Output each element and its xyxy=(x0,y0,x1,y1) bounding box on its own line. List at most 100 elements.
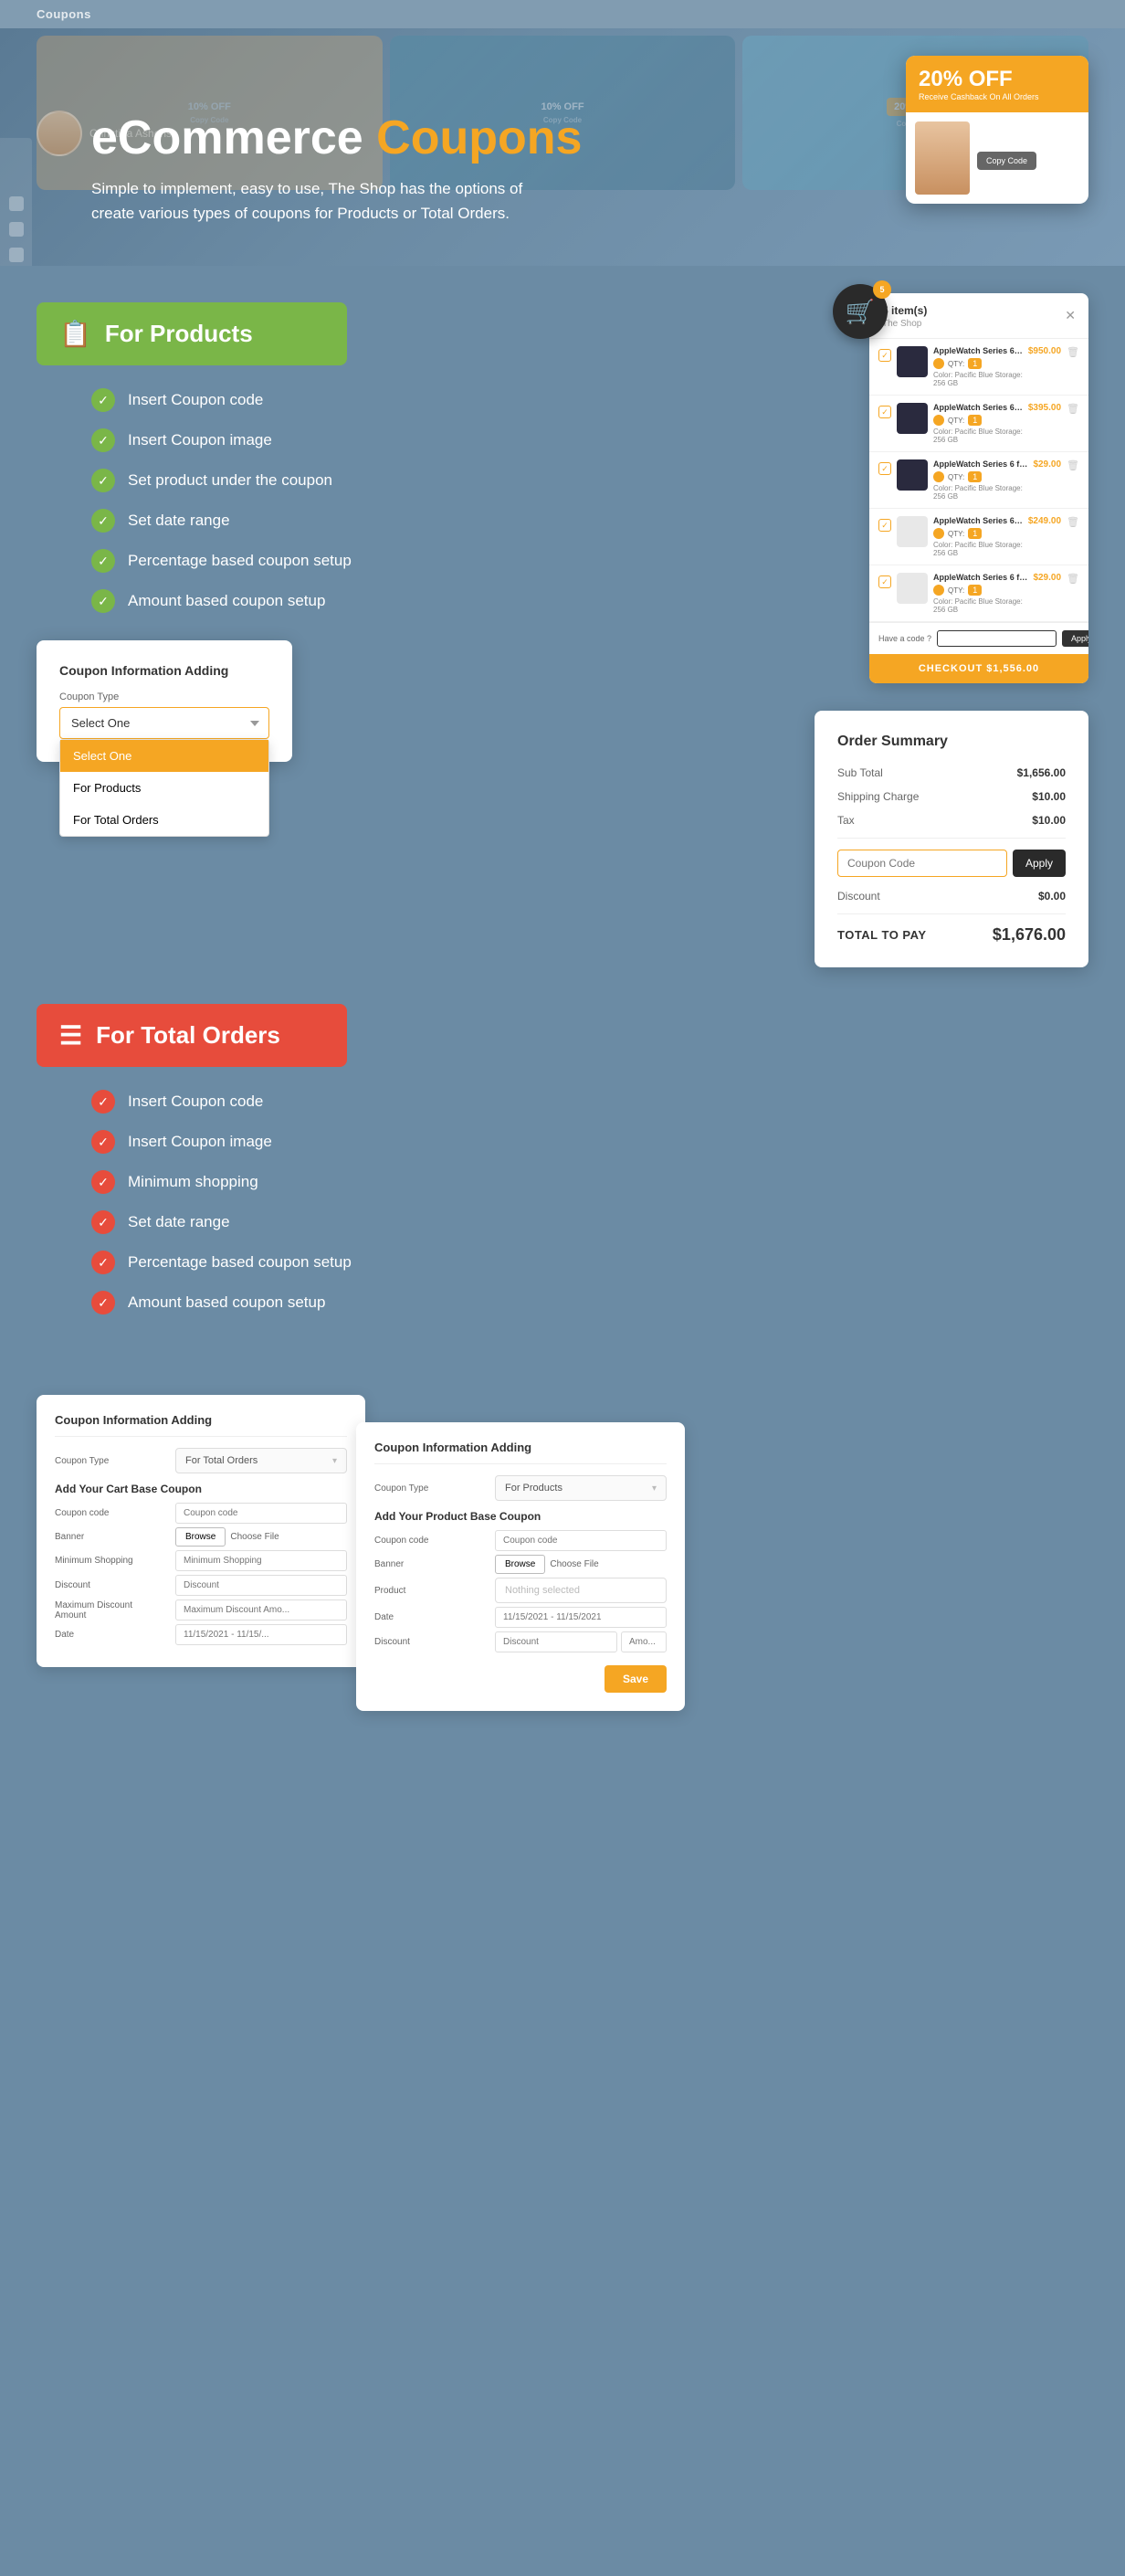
form-min-shopping-label: Minimum Shopping xyxy=(55,1556,164,1566)
form-p-amount-input[interactable] xyxy=(621,1631,667,1652)
discount-label: Discount xyxy=(837,890,880,903)
avatar xyxy=(37,111,82,156)
hero-title-orange: Coupons xyxy=(376,111,582,164)
cart-item-delete[interactable]: 🗑 xyxy=(1067,459,1079,471)
cart-item-delete[interactable]: 🗑 xyxy=(1067,403,1079,415)
feature-text-6: Amount based coupon setup xyxy=(128,592,325,610)
order-apply-btn[interactable]: Apply xyxy=(1013,850,1066,877)
cart-item: AppleWatch Series 6 from.. QTY: 1 Color:… xyxy=(869,396,1088,452)
form-p-discount-input[interactable] xyxy=(495,1631,617,1652)
order-coupon-input[interactable] xyxy=(837,850,1007,877)
form-products-type-display[interactable]: For Products xyxy=(495,1475,667,1501)
form-p-banner-browse: Browse Choose File xyxy=(495,1555,667,1574)
check-icon-4: ✓ xyxy=(91,509,115,533)
form-p-coupon-code-input[interactable] xyxy=(495,1530,667,1551)
coupon-type-dropdown[interactable]: Select One For Products For Total Orders xyxy=(59,739,269,837)
check-icon-2: ✓ xyxy=(91,428,115,452)
form-date-row: Date xyxy=(55,1624,347,1645)
cart-item-checkbox[interactable] xyxy=(878,575,891,588)
cart-item-delete[interactable]: 🗑 xyxy=(1067,573,1079,585)
cart-item: AppleWatch Series 6 from.. QTY: 1 Color:… xyxy=(869,339,1088,396)
feature-item: ✓ Insert Coupon code xyxy=(91,388,815,412)
form-p-coupon-code-row: Coupon code xyxy=(374,1530,667,1551)
feature-item: ✓ Percentage based coupon setup xyxy=(91,1251,1052,1274)
cart-item-delete[interactable]: 🗑 xyxy=(1067,346,1079,358)
coupon-type-select-wrapper[interactable]: Select One For Products For Total Orders… xyxy=(59,707,269,739)
qty-label: QTY: xyxy=(948,473,964,481)
form-card-total-orders: Coupon Information Adding Coupon Type Fo… xyxy=(37,1395,365,1667)
cart-badge: 🛒 5 xyxy=(833,284,888,339)
cart-item-price: $249.00 xyxy=(1028,516,1061,526)
check-icon-1: ✓ xyxy=(91,388,115,412)
order-divider-2 xyxy=(837,913,1066,914)
form-browse-btn[interactable]: Browse xyxy=(175,1527,226,1547)
cart-item-img xyxy=(897,346,928,377)
qty-value: 1 xyxy=(968,585,982,596)
form-p-date-input[interactable] xyxy=(495,1607,667,1628)
feature-text-r2: Insert Coupon image xyxy=(128,1133,272,1151)
dropdown-item-for-total-orders[interactable]: For Total Orders xyxy=(60,804,268,836)
form-total-title: Coupon Information Adding xyxy=(55,1413,347,1437)
cart-item-img xyxy=(897,516,928,547)
cart-count-badge: 5 xyxy=(873,280,891,299)
feature-text-4: Set date range xyxy=(128,512,230,530)
dropdown-item-for-products[interactable]: For Products xyxy=(60,772,268,804)
tax-row: Tax $10.00 xyxy=(837,814,1066,827)
cart-item-checkbox[interactable] xyxy=(878,519,891,532)
for-products-label: 📋 For Products xyxy=(37,302,347,365)
cart-icon-area: 🛒 5 xyxy=(833,284,888,339)
cart-item-checkbox[interactable] xyxy=(878,406,891,418)
bottom-forms-section: Coupon Information Adding Coupon Type Fo… xyxy=(0,1367,1125,1738)
cart-item-delete[interactable]: 🗑 xyxy=(1067,516,1079,528)
form-coupon-code-input[interactable] xyxy=(175,1503,347,1524)
form-p-product-row: Product Nothing selected xyxy=(374,1578,667,1603)
form-p-footer: Save xyxy=(374,1665,667,1693)
cart-item-info: AppleWatch Series 6 from.. QTY: 1 Color:… xyxy=(933,346,1023,387)
cart-item-meta: Color: Pacific Blue Storage: 256 GB xyxy=(933,597,1027,614)
qty-value: 1 xyxy=(968,415,982,426)
order-summary-title: Order Summary xyxy=(837,734,1066,750)
feature-item: ✓ Minimum shopping xyxy=(91,1170,1052,1194)
form-discount-input[interactable] xyxy=(175,1575,347,1596)
total-row: TOTAL TO PAY $1,676.00 xyxy=(837,925,1066,945)
promo-copy-btn[interactable]: Copy Code xyxy=(977,152,1036,170)
form-p-product-placeholder[interactable]: Nothing selected xyxy=(495,1578,667,1603)
cart-coupon-input[interactable] xyxy=(937,630,1057,647)
cart-close-btn[interactable]: ✕ xyxy=(1065,308,1076,323)
for-total-orders-label: ☰ For Total Orders xyxy=(37,1004,347,1067)
qty-dot xyxy=(933,471,944,482)
page-wrapper: Coupons 10% OFF Copy Code 10% OFF Copy C… xyxy=(0,0,1125,1738)
cart-item-checkbox[interactable] xyxy=(878,349,891,362)
dropdown-item-select-one[interactable]: Select One xyxy=(60,740,268,772)
cart-item-checkbox[interactable] xyxy=(878,462,891,475)
cart-coupon-row: Have a code ? Apply xyxy=(869,622,1088,654)
shipping-row: Shipping Charge $10.00 xyxy=(837,790,1066,803)
cart-item-name: AppleWatch Series 6 from.. xyxy=(933,403,1023,412)
coupon-type-select[interactable]: Select One For Products For Total Orders xyxy=(59,707,269,739)
promo-desc: Receive Cashback On All Orders xyxy=(919,92,1076,101)
products-icon: 📋 xyxy=(59,319,91,349)
form-min-shopping-input[interactable] xyxy=(175,1550,347,1571)
form-max-discount-input[interactable] xyxy=(175,1599,347,1621)
check-icon-r5: ✓ xyxy=(91,1251,115,1274)
form-p-save-btn[interactable]: Save xyxy=(605,1665,667,1693)
feature-item: ✓ Insert Coupon image xyxy=(91,428,815,452)
cart-item-price: $29.00 xyxy=(1033,573,1061,583)
cart-item-info: AppleWatch Series 6 from.. QTY: 1 Color:… xyxy=(933,516,1023,557)
check-icon-6: ✓ xyxy=(91,589,115,613)
cart-apply-btn[interactable]: Apply xyxy=(1062,630,1088,647)
cart-checkout-btn[interactable]: CHECKOUT $1,556.00 xyxy=(869,654,1088,683)
stacked-form-container: Coupon Information Adding Coupon Type Fo… xyxy=(384,1395,685,1711)
feature-item: ✓ Amount based coupon setup xyxy=(91,1291,1052,1314)
total-value: $1,676.00 xyxy=(993,925,1066,945)
form-type-display[interactable]: For Total Orders xyxy=(175,1448,347,1473)
form-products-section-label: Add Your Product Base Coupon xyxy=(374,1510,667,1523)
feature-item: ✓ Set product under the coupon xyxy=(91,469,815,492)
feature-text-r4: Set date range xyxy=(128,1213,230,1231)
qty-value: 1 xyxy=(968,358,982,369)
cart-container: 🛒 5 5 item(s) The Shop ✕ xyxy=(869,293,1088,683)
check-icon-r2: ✓ xyxy=(91,1130,115,1154)
form-p-browse-btn[interactable]: Browse xyxy=(495,1555,545,1574)
form-date-input[interactable] xyxy=(175,1624,347,1645)
hero-section: 10% OFF Copy Code 10% OFF Copy Code 20% … xyxy=(0,28,1125,266)
